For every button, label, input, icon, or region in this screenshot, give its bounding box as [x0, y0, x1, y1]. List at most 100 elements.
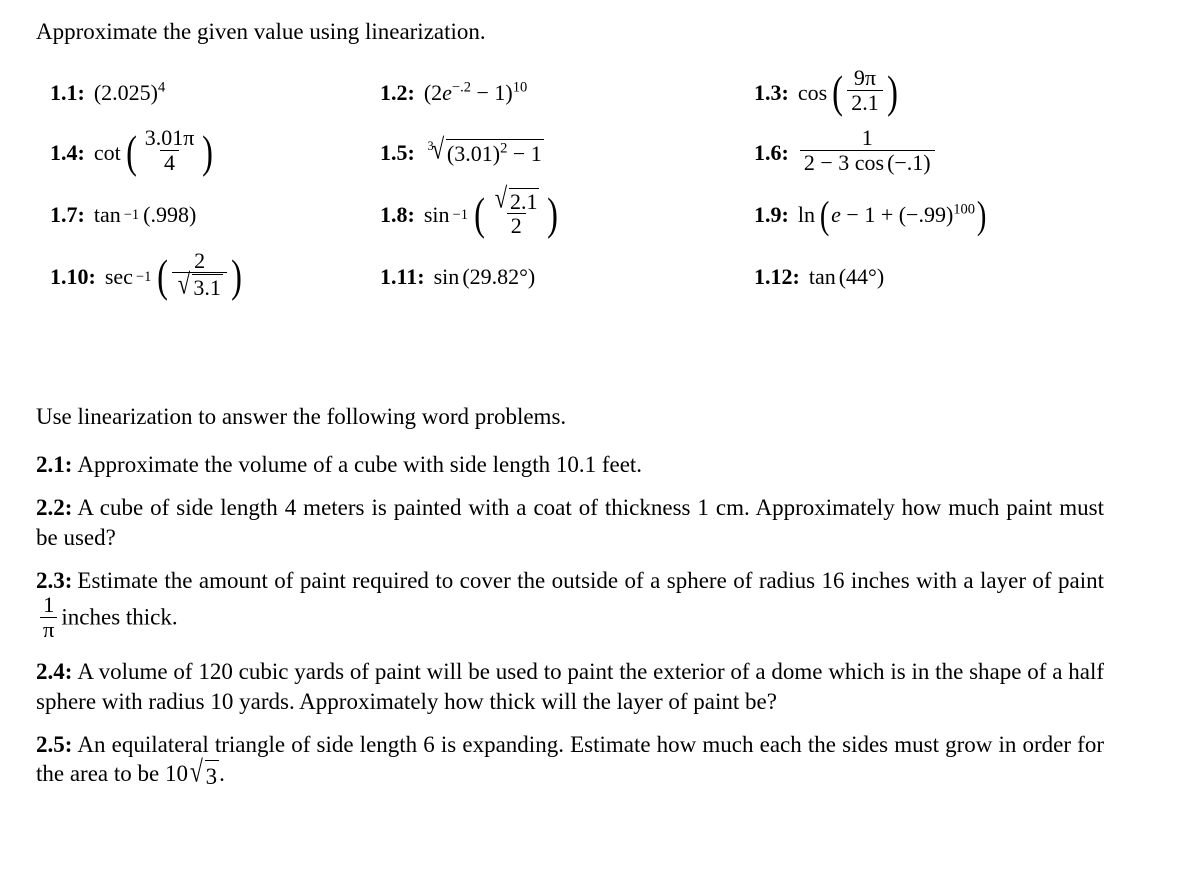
problem-label: 2.1:	[36, 451, 73, 477]
function-name-tan: tan	[93, 202, 121, 227]
problem-2-2: 2.2: A cube of side length 4 meters is pa…	[36, 493, 1104, 553]
problem-label: 1.8:	[380, 202, 415, 227]
fraction-numerator: 3.01π	[144, 125, 195, 151]
paren-right-icon: )	[202, 127, 214, 178]
variable-e: e	[831, 202, 841, 227]
fraction-denominator: 2 − 3 cos (−.1)	[799, 149, 935, 176]
big-parentheses: ( 2 √ 3.1 )	[155, 248, 244, 302]
argument: (.998)	[143, 202, 197, 227]
problem-label: 1.7:	[50, 202, 85, 227]
argument: (44°)	[838, 264, 885, 289]
big-parentheses: ( √ 2.1 2 )	[472, 182, 561, 241]
problem-1-2: 1.2: (2e−.2 − 1)10	[380, 80, 754, 106]
exponent: 4	[157, 79, 166, 96]
problem-2-4: 2.4: A volume of 120 cubic yards of paint…	[36, 657, 1104, 717]
expression-mid: − 1)	[471, 80, 513, 105]
fraction-numerator: 1	[861, 125, 873, 151]
ln-argument: e − 1 + (−.99)100	[831, 202, 975, 228]
problem-label: 2.4:	[36, 658, 73, 684]
fraction-numerator: 2	[194, 248, 206, 274]
big-parentheses: ( 9π 2.1 )	[830, 66, 900, 118]
function-name-cot: cot	[93, 140, 121, 165]
variable-e: e	[442, 80, 452, 105]
section-1-heading: Approximate the given value using linear…	[36, 19, 486, 44]
paren-left-icon: (	[474, 189, 485, 240]
function-name-cos: cos	[854, 149, 885, 175]
fraction: 1 2 − 3 cos (−.1)	[799, 125, 935, 176]
fraction: 3.01π 4	[141, 126, 199, 175]
function-name-ln: ln	[797, 202, 815, 227]
big-parentheses: ( 3.01π 4 )	[124, 126, 216, 178]
square-root: √ 3.1	[176, 268, 223, 301]
radicand-tail: − 1	[507, 141, 542, 166]
expression-base: (2.025)	[93, 80, 158, 105]
problem-label: 1.3:	[754, 80, 789, 105]
radicand: 2.1	[508, 188, 540, 215]
big-parentheses: ( e − 1 + (−.99)100 )	[818, 195, 988, 234]
problem-label: 1.4:	[50, 140, 85, 165]
function-name-cos: cos	[797, 80, 828, 105]
radical-icon: √	[431, 133, 445, 166]
problem-label: 1.2:	[380, 80, 415, 105]
paren-right-icon: )	[886, 67, 898, 118]
problem-text-after-fraction: inches thick.	[61, 604, 178, 630]
fraction: 9π 2.1	[847, 66, 883, 115]
fraction-denominator: π	[40, 616, 58, 643]
problem-1-10: 1.10: sec −1 ( 2 √ 3.1 )	[50, 248, 380, 302]
problem-expression: (2.025)4	[94, 80, 165, 106]
fraction-denominator: 4	[160, 149, 180, 176]
fraction-numerator: 1	[43, 592, 55, 618]
fraction: √ 2.1 2	[489, 182, 543, 239]
problem-text-before-fraction: Estimate the amount of paint required to…	[77, 567, 1104, 593]
problem-expression: (2e−.2 − 1)10	[424, 80, 527, 106]
radicand: 3.1	[192, 273, 223, 300]
problem-1-5: 1.5: 3 √ (3.01)2 − 1	[380, 133, 754, 167]
radicand-base: (3.01)	[446, 141, 501, 166]
problem-grid-section-1: 1.1: (2.025)4 1.2: (2e−.2 − 1)10 1.3: co…	[50, 64, 1160, 308]
paren-right-icon: )	[230, 251, 242, 302]
problem-label: 2.3:	[36, 567, 73, 593]
fraction-numerator: √ 2.1	[489, 182, 543, 215]
fraction: 1π	[40, 592, 58, 643]
problem-label: 1.12:	[754, 264, 800, 289]
denominator-lead: 2 − 3	[803, 149, 850, 175]
problem-2-5: 2.5: An equilateral triangle of side leng…	[36, 730, 1104, 793]
section-2-heading: Use linearization to answer the followin…	[36, 404, 567, 429]
problem-2-1: 2.1: Approximate the volume of a cube wit…	[36, 450, 1104, 480]
radicand: 3	[204, 760, 220, 792]
problem-label: 1.1:	[50, 80, 85, 105]
problem-row: 1.7: tan −1 (.998) 1.8: sin −1 ( √ 2.1 2…	[50, 184, 1160, 246]
exponent: 100	[953, 201, 976, 218]
problem-1-12: 1.12: tan (44°)	[754, 264, 1160, 290]
argument: (29.82°)	[462, 264, 536, 289]
fraction-denominator: 2	[506, 213, 526, 239]
radical-icon: √	[189, 754, 203, 789]
problem-2-3: 2.3: Estimate the amount of paint require…	[36, 566, 1104, 644]
problem-label: 1.9:	[754, 202, 789, 227]
problem-label: 1.11:	[380, 264, 425, 289]
function-name-sec: sec	[104, 263, 133, 289]
word-problems-section: Use linearization to answer the followin…	[36, 402, 1104, 805]
problem-1-11: 1.11: sin (29.82°)	[380, 264, 754, 290]
problem-row: 1.10: sec −1 ( 2 √ 3.1 ) 1.11: sin (29.8…	[50, 246, 1160, 308]
cube-root: 3 √ (3.01)2 − 1	[424, 133, 544, 167]
paren-left-icon: (	[157, 251, 169, 302]
problem-1-6: 1.6: 1 2 − 3 cos (−.1)	[754, 125, 1160, 178]
radical-icon: √	[494, 182, 508, 215]
function-name-sin: sin	[433, 264, 460, 289]
function-name-tan: tan	[808, 264, 836, 289]
problem-label: 2.5:	[36, 731, 73, 757]
problem-row: 1.1: (2.025)4 1.2: (2e−.2 − 1)10 1.3: co…	[50, 64, 1160, 122]
exponent: 10	[512, 79, 528, 96]
paren-left-icon: (	[832, 67, 844, 118]
radical-icon: √	[178, 268, 191, 301]
function-name-sin: sin	[423, 202, 450, 227]
problem-text: Approximate the volume of a cube with si…	[77, 451, 643, 477]
fraction-numerator: 9π	[853, 65, 876, 91]
denominator-arg: (−.1)	[887, 149, 931, 175]
problem-1-1: 1.1: (2.025)4	[50, 80, 380, 106]
problem-label: 1.10:	[50, 263, 96, 289]
fraction-denominator: 2.1	[847, 89, 883, 116]
problem-1-3: 1.3: cos ( 9π 2.1 )	[754, 66, 1160, 118]
fraction: 2 √ 3.1	[172, 248, 227, 301]
